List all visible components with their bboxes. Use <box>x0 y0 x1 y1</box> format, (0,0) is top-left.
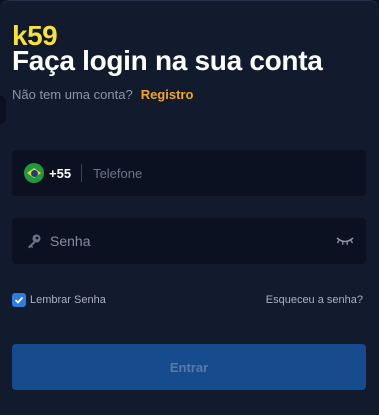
password-field[interactable] <box>12 218 366 264</box>
remember-label: Lembrar Senha <box>30 294 106 306</box>
remember-password-toggle[interactable]: Lembrar Senha <box>12 293 106 307</box>
key-icon <box>28 234 41 249</box>
eye-closed-icon[interactable] <box>336 235 354 247</box>
register-prompt: Não tem uma conta? Registro <box>12 87 193 102</box>
login-panel: k59 Faça login na sua conta Não tem uma … <box>0 0 379 415</box>
phone-field[interactable]: +55 <box>12 150 366 196</box>
side-handle <box>0 95 6 125</box>
no-account-text: Não tem uma conta? <box>12 87 133 102</box>
forgot-password-link[interactable]: Esqueceu a senha? <box>266 294 363 306</box>
field-divider <box>81 164 83 182</box>
brazil-flag-icon[interactable] <box>24 163 44 183</box>
remember-checkbox[interactable] <box>12 293 26 307</box>
login-button[interactable]: Entrar <box>12 344 366 390</box>
check-icon <box>14 296 24 304</box>
password-input[interactable] <box>50 218 336 264</box>
phone-input[interactable] <box>93 150 366 196</box>
register-link[interactable]: Registro <box>141 87 194 102</box>
dial-code[interactable]: +55 <box>49 166 71 181</box>
page-title: Faça login na sua conta <box>12 45 323 76</box>
